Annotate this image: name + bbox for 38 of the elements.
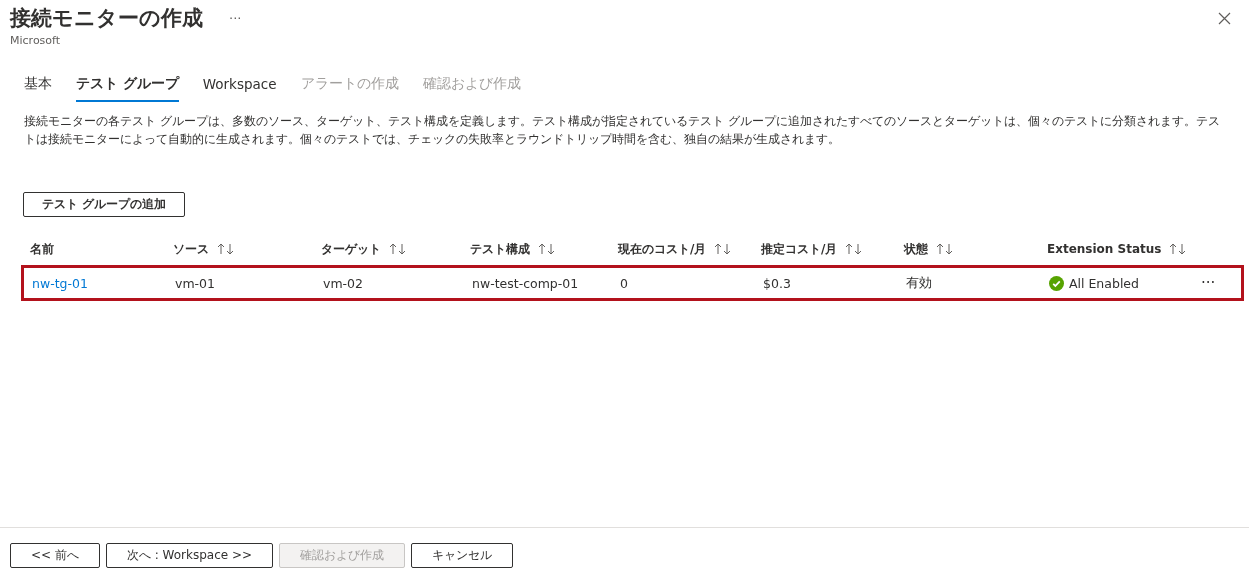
close-icon[interactable] [1218, 12, 1231, 25]
sort-icon[interactable] [936, 243, 954, 255]
tab[interactable]: 基本 [24, 71, 52, 102]
sort-icon[interactable] [1169, 243, 1188, 255]
group-link[interactable]: nw-tg-01 [32, 275, 88, 291]
table-cell: vm-02 [323, 275, 363, 291]
sort-icon[interactable] [217, 243, 235, 255]
sort-icon[interactable] [714, 243, 733, 255]
table-cell: All Enabled [1069, 275, 1139, 291]
sort-icon[interactable] [845, 243, 864, 255]
column-header[interactable]: 推定コスト/月 [761, 240, 838, 258]
more-button[interactable]: ··· [229, 10, 242, 26]
footer-button[interactable]: 次へ : Workspace >> [105, 542, 274, 568]
footer-button[interactable]: << 前へ [10, 542, 100, 568]
column-header[interactable]: 状態 [904, 240, 928, 258]
add-test-group-button[interactable]: テスト グループの追加 [23, 192, 186, 217]
table-cell: nw-test-comp-01 [472, 275, 579, 291]
footer-button[interactable]: キャンセル [411, 542, 514, 568]
check-circle-icon [1049, 275, 1064, 291]
tab[interactable]: Workspace [202, 71, 277, 102]
table-cell: 有効 [906, 274, 932, 292]
table-cell: vm-01 [175, 275, 215, 291]
tab[interactable]: テスト グループ [76, 71, 179, 102]
table-row[interactable]: nw-tg-01 vm-01 vm-02 nw-test-comp-01 0 $0.3 有効 All Enabled ··· [21, 265, 1244, 301]
column-header[interactable]: ソース [173, 240, 209, 258]
column-header[interactable]: ターゲット [321, 240, 381, 258]
table-cell: $0.3 [763, 275, 791, 291]
sort-icon[interactable] [389, 243, 407, 255]
table-cell: 0 [620, 275, 628, 291]
column-header[interactable]: 現在のコスト/月 [618, 240, 707, 258]
column-header[interactable]: テスト構成 [470, 240, 530, 258]
publisher-label: Microsoft [9, 33, 62, 49]
more-button[interactable]: ··· [1201, 274, 1216, 292]
sort-icon[interactable] [538, 243, 556, 255]
column-header[interactable]: 名前 [30, 240, 54, 258]
page-title: 接続モニターの作成 [10, 5, 203, 32]
column-header[interactable]: Extension Status [1047, 242, 1162, 256]
description-text: 接続モニターの各テスト グループは、多数のソース、ターゲット、テスト構成を定義します。テスト構成が指定されているテスト グループに追加されたすべてのソースとターゲットは、個々のテストに分類されます。テストは接続モニターによって自動的に生成されます。個々のテストでは、チェックの失敗率とラウンドトリップ時間を含む、独自の結果が生成されます。 [23, 113, 1221, 148]
